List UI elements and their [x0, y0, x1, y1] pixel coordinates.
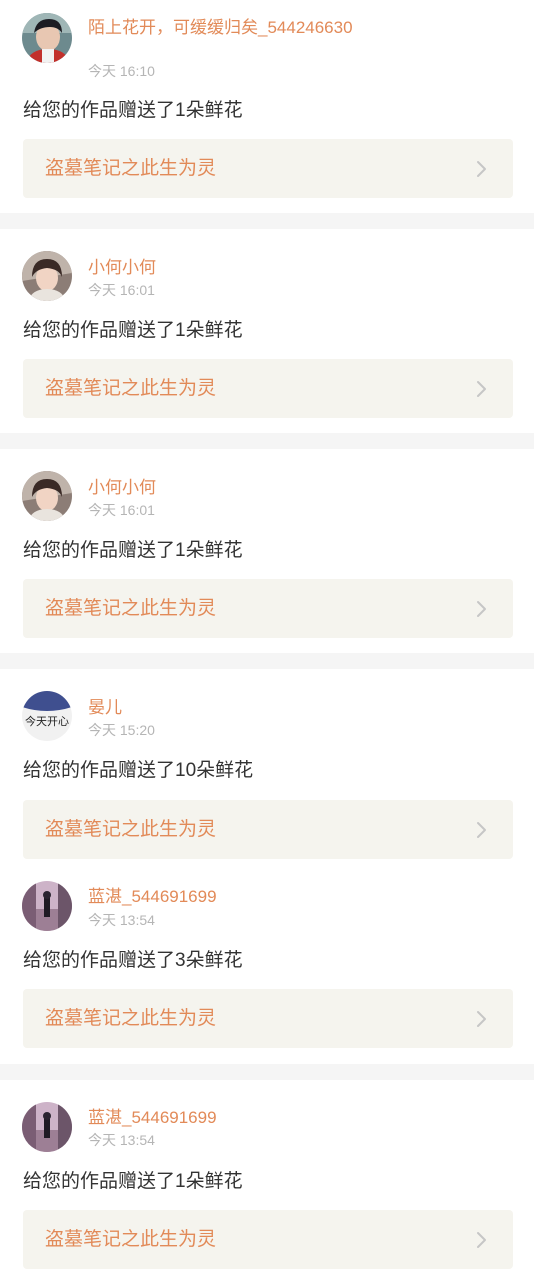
avatar-text: 今天开心: [25, 714, 69, 728]
user-avatar[interactable]: [22, 13, 72, 63]
work-link[interactable]: 盗墓笔记之此生为灵: [23, 359, 513, 418]
chevron-right-icon: [477, 822, 486, 838]
notification-card: 小何小何 今天 16:01 给您的作品赠送了1朵鲜花 盗墓笔记之此生为灵: [0, 229, 534, 433]
work-link[interactable]: 盗墓笔记之此生为灵: [23, 989, 513, 1048]
work-link[interactable]: 盗墓笔记之此生为灵: [23, 800, 513, 859]
work-title: 盗墓笔记之此生为灵: [45, 1229, 217, 1250]
username[interactable]: 蓝湛_544691699: [88, 886, 514, 907]
gift-message: 给您的作品赠送了10朵鲜花: [23, 760, 254, 781]
notification-card: 蓝湛_544691699 今天 13:54 给您的作品赠送了1朵鲜花 盗墓笔记之…: [0, 1080, 534, 1280]
user-avatar[interactable]: [22, 251, 72, 301]
timestamp: 今天 16:01: [88, 502, 155, 518]
notification-feed: 陌上花开，可缓缓归矣_544246630 今天 16:10 给您的作品赠送了1朵…: [0, 0, 534, 1280]
work-title: 盗墓笔记之此生为灵: [45, 1008, 217, 1029]
gift-message: 给您的作品赠送了1朵鲜花: [23, 540, 243, 561]
user-avatar[interactable]: 今天开心: [22, 691, 72, 741]
chevron-right-icon: [477, 161, 486, 177]
username[interactable]: 晏儿: [88, 697, 514, 718]
username[interactable]: 小何小何: [88, 477, 514, 498]
timestamp: 今天 16:01: [88, 282, 155, 298]
chevron-right-icon: [477, 381, 486, 397]
gift-message: 给您的作品赠送了1朵鲜花: [23, 1171, 243, 1192]
notification-card: 陌上花开，可缓缓归矣_544246630 今天 16:10 给您的作品赠送了1朵…: [0, 0, 534, 213]
work-link[interactable]: 盗墓笔记之此生为灵: [23, 139, 513, 198]
timestamp: 今天 13:54: [88, 1132, 155, 1148]
username[interactable]: 蓝湛_544691699: [88, 1107, 514, 1128]
user-avatar[interactable]: [22, 1102, 72, 1152]
user-avatar[interactable]: [22, 881, 72, 931]
work-title: 盗墓笔记之此生为灵: [45, 819, 217, 840]
notification-card: 小何小何 今天 16:01 给您的作品赠送了1朵鲜花 盗墓笔记之此生为灵: [0, 449, 534, 653]
timestamp: 今天 16:10: [88, 63, 155, 79]
chevron-right-icon: [477, 601, 486, 617]
notification-card: 蓝湛_544691699 今天 13:54 给您的作品赠送了3朵鲜花 盗墓笔记之…: [0, 869, 534, 1064]
gift-message: 给您的作品赠送了1朵鲜花: [23, 320, 243, 341]
work-title: 盗墓笔记之此生为灵: [45, 158, 217, 179]
username[interactable]: 小何小何: [88, 257, 514, 278]
timestamp: 今天 15:20: [88, 722, 155, 738]
chevron-right-icon: [477, 1011, 486, 1027]
work-title: 盗墓笔记之此生为灵: [45, 378, 217, 399]
work-title: 盗墓笔记之此生为灵: [45, 598, 217, 619]
user-avatar[interactable]: [22, 471, 72, 521]
notification-card: 今天开心 晏儿 今天 15:20 给您的作品赠送了10朵鲜花 盗墓笔记之此生为灵: [0, 669, 534, 869]
work-link[interactable]: 盗墓笔记之此生为灵: [23, 1210, 513, 1269]
gift-message: 给您的作品赠送了3朵鲜花: [23, 950, 243, 971]
chevron-right-icon: [477, 1232, 486, 1248]
gift-message: 给您的作品赠送了1朵鲜花: [23, 100, 243, 121]
timestamp: 今天 13:54: [88, 912, 155, 928]
work-link[interactable]: 盗墓笔记之此生为灵: [23, 579, 513, 638]
username[interactable]: 陌上花开，可缓缓归矣_544246630: [88, 17, 514, 38]
